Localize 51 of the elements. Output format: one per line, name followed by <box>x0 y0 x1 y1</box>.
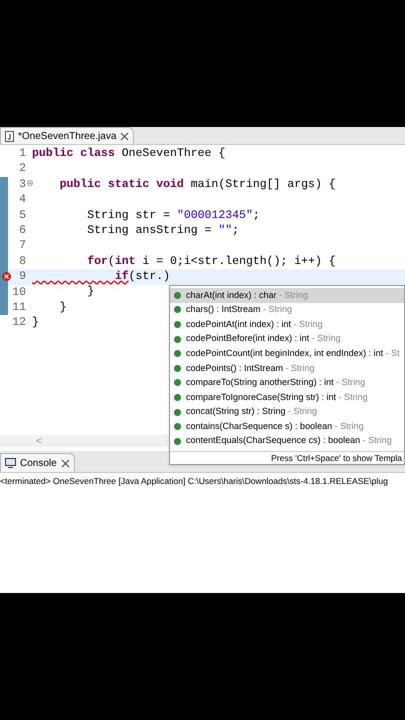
line-number: 11 <box>12 300 26 316</box>
completion-item[interactable]: codePoints() : IntStream - String <box>170 360 404 376</box>
completion-item[interactable]: chars() : IntStream - String <box>170 302 404 318</box>
java-file-icon <box>5 130 14 142</box>
line-number: 2 <box>19 161 26 178</box>
hint-text: Press 'Ctrl+Space' to show Templa <box>271 452 402 464</box>
code-token: } <box>86 285 94 298</box>
line-number: 10 <box>12 284 26 301</box>
completion-item[interactable]: compareToIgnoreCase(String str) : int - String <box>170 390 404 405</box>
code-token: OneSevenThree { <box>120 146 226 160</box>
code-token: public class <box>32 146 115 160</box>
monitor-icon <box>5 458 16 468</box>
code-token: } <box>58 300 67 314</box>
code-token: String ansString = <box>86 224 212 237</box>
code-token: String str = <box>86 208 172 222</box>
completion-item[interactable]: compareTo(String anotherString) : int - String <box>170 376 404 390</box>
line-number: 1 <box>19 146 26 162</box>
completion-item[interactable]: contains(CharSequence s) : boolean - String <box>170 419 404 434</box>
code-token: "" <box>218 224 232 237</box>
line-number: 4 <box>19 192 26 208</box>
close-icon[interactable] <box>120 132 130 140</box>
line-number: 7 <box>19 238 26 254</box>
code-token: public static void <box>58 178 184 191</box>
completion-item[interactable]: charAt(int index) : char - String <box>170 288 404 303</box>
line-number: 6 <box>19 223 26 240</box>
completion-item[interactable]: codePointCount(int beginIndex, int endIndex) : int - St <box>170 346 404 361</box>
code-token: main(String[] args) { <box>190 178 336 191</box>
completion-item[interactable]: concat(String str) : String - String <box>170 404 404 420</box>
line-number: 9 <box>19 269 26 286</box>
code-token: int <box>114 254 136 268</box>
line-number: 12 <box>12 315 26 332</box>
code-token: } <box>32 316 39 330</box>
code-token: if <box>114 270 129 284</box>
console-status: <terminated> OneSevenThree [Java Application] C:\Users\haris\Downloads\sts-4.18.1.RELEASE\plug <box>0 474 388 488</box>
code-token: "000012345" <box>176 208 253 222</box>
line-number: 8 <box>19 254 26 270</box>
line-number: 5 <box>19 208 26 224</box>
console-tab[interactable]: Console <box>0 453 75 472</box>
code-token: (str.) <box>128 270 170 284</box>
collapse-icon[interactable] <box>27 180 33 186</box>
code-token: for <box>86 254 108 268</box>
completion-item[interactable]: contentEquals(CharSequence cs) : boolean - String <box>170 434 404 449</box>
close-icon[interactable] <box>60 458 70 468</box>
completion-item[interactable]: codePointAt(int index) : int - String <box>170 317 404 332</box>
code-token: ; <box>252 208 260 222</box>
code-token: ; <box>232 224 240 237</box>
code-token: i = 0;i<str.length(); i++) { <box>141 254 336 268</box>
completion-item[interactable]: codePointBefore(int index) : int - String <box>170 332 404 346</box>
code-token: ( <box>108 254 115 268</box>
line-number: 3 <box>19 176 26 193</box>
editor-tab[interactable]: *OneSevenThree.java <box>0 127 134 144</box>
